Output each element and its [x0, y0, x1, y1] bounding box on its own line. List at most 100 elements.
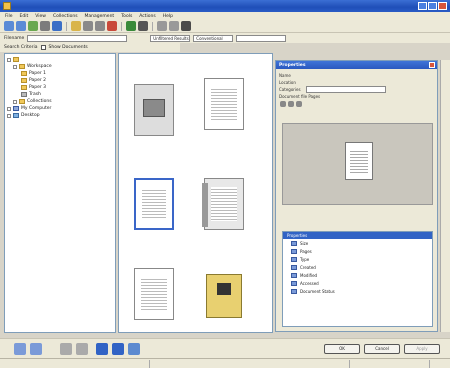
menu-tools[interactable]: Tools	[121, 14, 132, 19]
properties-table-row: Size	[283, 239, 432, 247]
tree-item[interactable]: Trash	[7, 91, 113, 98]
copy-icon[interactable]	[83, 21, 93, 31]
folder-up-icon[interactable]	[52, 21, 62, 31]
page-next-icon[interactable]	[288, 100, 294, 107]
expand-icon[interactable]	[13, 64, 17, 69]
action-bar: OK Cancel Apply	[0, 338, 450, 358]
menu-help[interactable]: Help	[163, 14, 173, 19]
property-icon	[291, 272, 297, 278]
thumbnail-item[interactable]	[201, 274, 247, 320]
properties-table-row: Modified	[283, 271, 432, 279]
tree-item[interactable]: Workspace	[7, 63, 113, 70]
filter-toolbar: Filename Unfiltered Results Conventional	[0, 33, 450, 43]
filename-field[interactable]	[27, 34, 128, 42]
menu-file[interactable]: File	[5, 14, 13, 19]
folder-icon	[19, 64, 25, 69]
advanced-field[interactable]	[236, 34, 287, 42]
menu-edit[interactable]: Edit	[20, 14, 29, 19]
settings-icon[interactable]	[181, 21, 191, 31]
window-controls	[418, 2, 447, 10]
tree-item[interactable]: My Computer	[7, 105, 113, 112]
zoom-icon[interactable]	[169, 21, 179, 31]
expand-icon[interactable]	[13, 99, 17, 104]
folder-icon	[13, 57, 19, 62]
new-folder-icon[interactable]	[71, 21, 81, 31]
thumbnail-item[interactable]	[131, 84, 177, 138]
thumbnail-item[interactable]	[201, 178, 247, 232]
properties-table-row: Accessed	[283, 279, 432, 287]
results-filter-combo[interactable]: Unfiltered Results	[150, 34, 191, 42]
thumbnail-item[interactable]	[201, 78, 247, 132]
filename-label: Filename	[4, 35, 25, 41]
property-row: Categories	[276, 86, 437, 93]
menu-view[interactable]: View	[35, 14, 46, 19]
view-mode-icon[interactable]	[157, 21, 167, 31]
cancel-button[interactable]: Cancel	[364, 344, 400, 354]
expand-icon[interactable]	[7, 57, 11, 62]
image-icon[interactable]	[112, 343, 124, 355]
back-icon[interactable]	[4, 21, 14, 31]
ok-button[interactable]: OK	[324, 344, 360, 354]
properties-titlebar: Properties	[276, 61, 437, 69]
page-prev-icon[interactable]	[280, 100, 286, 107]
folder-icon	[19, 99, 25, 104]
camera-icon[interactable]	[76, 343, 88, 355]
paste-icon[interactable]	[95, 21, 105, 31]
close-button[interactable]	[438, 2, 447, 10]
view-style-combo[interactable]: Conventional	[193, 34, 234, 42]
redo-icon[interactable]	[30, 343, 42, 355]
delete-icon[interactable]	[107, 21, 117, 31]
show-documents-label: Show Documents	[48, 45, 88, 50]
maximize-button[interactable]	[428, 2, 437, 10]
search-criteria-label[interactable]: Search Criteria	[4, 45, 38, 50]
tree-item[interactable]: Desktop	[7, 112, 113, 119]
properties-table: Properties Size Pages Type Created Modif…	[282, 231, 433, 327]
home-icon[interactable]	[40, 21, 50, 31]
page-icon[interactable]	[128, 343, 140, 355]
undo-icon[interactable]	[14, 343, 26, 355]
show-documents-checkbox[interactable]	[40, 45, 46, 50]
zoom-icon[interactable]	[296, 100, 302, 107]
tree-item[interactable]	[7, 56, 113, 63]
tree-item[interactable]: Paper 3	[7, 84, 113, 91]
tree-item[interactable]: Collections	[7, 98, 113, 105]
tree-item[interactable]: Paper 1	[7, 70, 113, 77]
scanner-icon[interactable]	[60, 343, 72, 355]
folder-icon	[21, 78, 27, 83]
apply-button[interactable]: Apply	[404, 344, 440, 354]
photo-thumbnail	[134, 84, 174, 136]
close-icon[interactable]	[429, 62, 435, 68]
stacked-document-thumbnail	[202, 178, 244, 230]
menu-collections[interactable]: Collections	[53, 14, 78, 19]
document-thumbnail	[134, 178, 174, 230]
property-icon	[291, 264, 297, 270]
preview-page	[345, 142, 373, 180]
folder-icon	[21, 85, 27, 90]
thumbnail-item[interactable]	[131, 268, 177, 322]
side-dock-strip[interactable]	[440, 60, 450, 332]
expand-icon[interactable]	[7, 113, 11, 118]
menu-management[interactable]: Management	[85, 14, 115, 19]
scan-icon[interactable]	[126, 21, 136, 31]
properties-table-row: Document Status	[283, 287, 432, 295]
property-icon	[291, 280, 297, 286]
property-icon	[291, 256, 297, 262]
folder-icon	[21, 71, 27, 76]
menu-actions[interactable]: Actions	[139, 14, 155, 19]
category-select[interactable]	[306, 86, 386, 93]
window-titlebar	[0, 0, 450, 12]
computer-icon	[13, 106, 19, 111]
thumbnail-item-selected[interactable]	[131, 178, 177, 232]
property-icon	[291, 288, 297, 294]
tree-item[interactable]: Paper 2	[7, 77, 113, 84]
desktop-icon	[13, 113, 19, 118]
toolbar-separator	[121, 21, 122, 31]
expand-icon[interactable]	[7, 106, 11, 111]
refresh-icon[interactable]	[28, 21, 38, 31]
document-icon[interactable]	[96, 343, 108, 355]
print-icon[interactable]	[138, 21, 148, 31]
forward-icon[interactable]	[16, 21, 26, 31]
minimize-button[interactable]	[418, 2, 427, 10]
properties-table-row: Type	[283, 255, 432, 263]
folder-tree: Workspace Paper 1 Paper 2 Paper 3 Trash …	[4, 53, 116, 333]
